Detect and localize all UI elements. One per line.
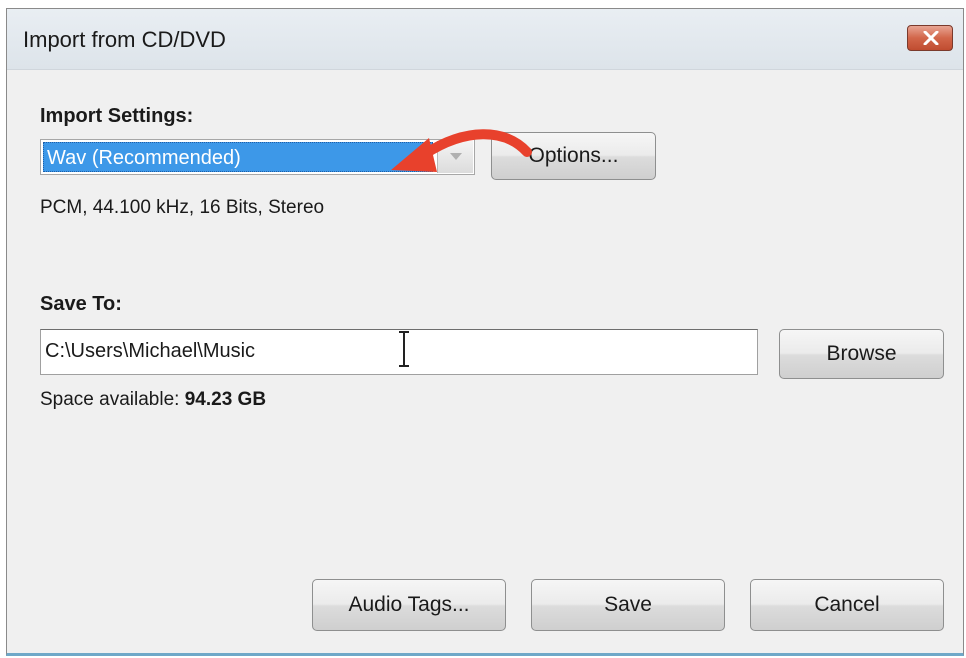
save-button[interactable]: Save	[531, 579, 725, 631]
close-icon	[923, 31, 939, 45]
save-to-label: Save To:	[40, 293, 122, 315]
format-selected-value: Wav (Recommended)	[43, 142, 433, 172]
import-settings-label: Import Settings:	[40, 105, 194, 127]
curved-arrow-icon	[391, 129, 532, 172]
cancel-button[interactable]: Cancel	[750, 579, 944, 631]
title-bar: Import from CD/DVD	[7, 9, 963, 70]
space-available-label: Space available:	[40, 389, 180, 410]
dialog-body: Import Settings: Wav (Recommended) Optio…	[7, 69, 963, 653]
close-button[interactable]	[907, 25, 953, 51]
format-details: PCM, 44.100 kHz, 16 Bits, Stereo	[40, 197, 325, 218]
import-dialog: Import from CD/DVD Import Settings: Wav …	[6, 8, 964, 656]
space-available-value: 94.23 GB	[184, 389, 267, 410]
text-cursor-icon	[399, 331, 409, 367]
audio-tags-button[interactable]: Audio Tags...	[312, 579, 506, 631]
window-title: Import from CD/DVD	[23, 27, 226, 52]
space-available: Space available: 94.23 GB	[40, 389, 266, 411]
browse-button[interactable]: Browse	[779, 329, 944, 379]
